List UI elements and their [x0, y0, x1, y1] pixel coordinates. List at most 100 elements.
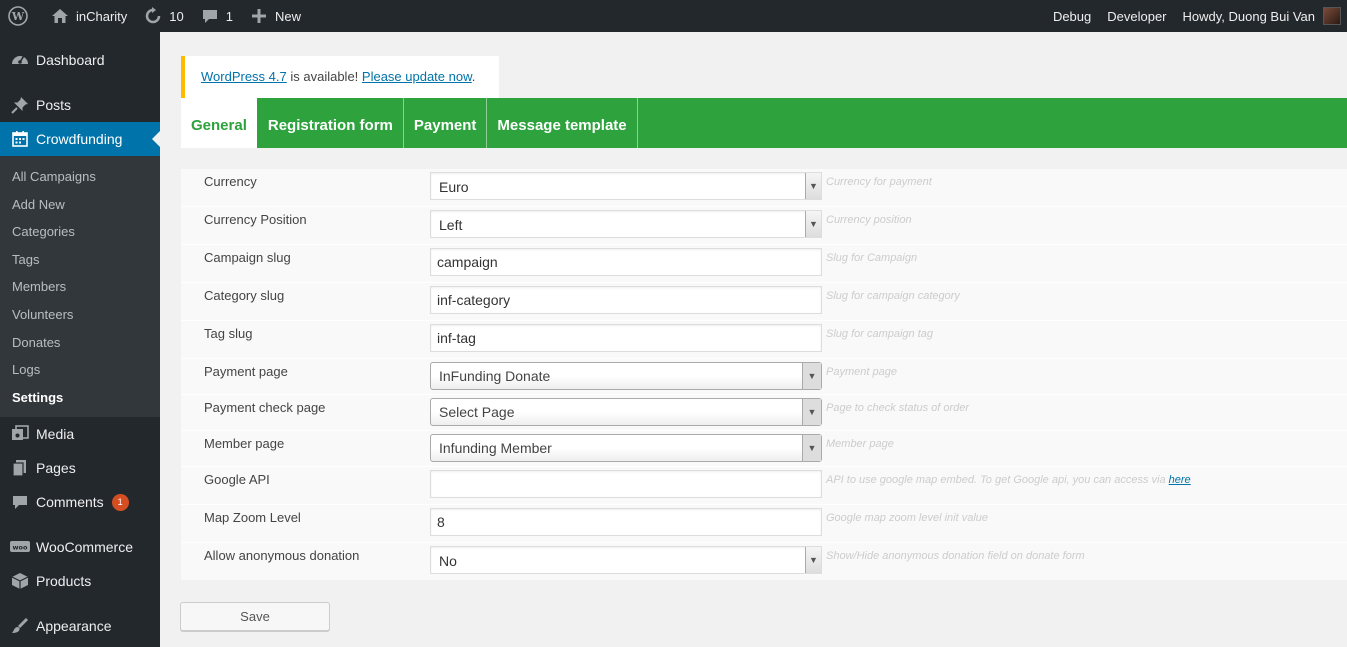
settings-tabs: General Registration form Payment Messag…	[181, 98, 1347, 148]
setting-row-member-page: Member page Infunding Member ▼ Member pag…	[181, 431, 1347, 467]
menu-pages-label: Pages	[36, 460, 76, 477]
payment-check-page-select[interactable]: Select Page ▼	[430, 398, 822, 426]
notice-end: .	[471, 69, 476, 84]
anonymous-donation-desc: Show/Hide anonymous donation field on do…	[826, 550, 1085, 562]
map-zoom-desc: Google map zoom level init value	[826, 512, 989, 524]
submenu-add-new[interactable]: Add New	[0, 191, 160, 219]
menu-appearance[interactable]: Appearance	[0, 609, 160, 643]
settings-form: Currency Euro ▼ Currency for payment Curr…	[181, 169, 1347, 580]
tab-message-template[interactable]: Message template	[487, 98, 638, 148]
menu-crowdfunding-label: Crowdfunding	[36, 131, 123, 147]
media-icon	[10, 424, 30, 444]
setting-row-payment-page: Payment page InFunding Donate ▼ Payment p…	[181, 359, 1347, 395]
tab-payment[interactable]: Payment	[404, 98, 488, 148]
notice-text: is available!	[286, 69, 362, 84]
payment-check-page-label: Payment check page	[204, 400, 326, 415]
crowdfunding-submenu: All Campaigns Add New Categories Tags Me…	[0, 156, 160, 418]
wordpress-logo-icon: W	[8, 6, 28, 26]
anonymous-donation-label: Allow anonymous donation	[204, 548, 360, 563]
wordpress-logo-menu[interactable]: W	[0, 0, 42, 32]
comment-icon	[200, 6, 220, 26]
setting-row-google-api: Google API API to use google map embed. …	[181, 467, 1347, 505]
site-name-menu[interactable]: inCharity	[42, 0, 135, 32]
setting-row-currency: Currency Euro ▼ Currency for payment	[181, 169, 1347, 207]
google-api-label: Google API	[204, 472, 270, 487]
chevron-down-icon: ▼	[805, 547, 821, 573]
google-api-input[interactable]	[430, 470, 822, 498]
google-api-here-link[interactable]: here	[1169, 474, 1191, 486]
my-account-menu[interactable]: Howdy, Duong Bui Van	[1175, 0, 1347, 32]
update-notice: WordPress 4.7 is available! Please updat…	[181, 56, 499, 98]
submenu-volunteers[interactable]: Volunteers	[0, 301, 160, 329]
menu-products-label: Products	[36, 573, 92, 590]
update-now-link[interactable]: Please update now	[362, 69, 472, 84]
menu-products[interactable]: Products	[0, 564, 160, 598]
chevron-down-icon: ▼	[802, 399, 821, 425]
svg-text:woo: woo	[13, 544, 28, 552]
updates-menu[interactable]: 10	[135, 0, 191, 32]
pages-icon	[10, 458, 30, 478]
tab-registration-form[interactable]: Registration form	[258, 98, 404, 148]
tag-slug-label: Tag slug	[204, 326, 253, 341]
anonymous-donation-value: No	[439, 553, 457, 569]
payment-page-label: Payment page	[204, 364, 288, 379]
tab-general[interactable]: General	[181, 98, 258, 148]
map-zoom-label: Map Zoom Level	[204, 510, 301, 525]
menu-pages[interactable]: Pages	[0, 451, 160, 485]
menu-comments[interactable]: Comments 1	[0, 485, 160, 519]
avatar	[1323, 7, 1341, 25]
comments-menu[interactable]: 1	[192, 0, 241, 32]
setting-row-map-zoom: Map Zoom Level 8 Google map zoom level i…	[181, 505, 1347, 543]
payment-check-page-value: Select Page	[439, 404, 515, 420]
update-icon	[143, 6, 163, 26]
setting-row-currency-position: Currency Position Left ▼ Currency positio…	[181, 207, 1347, 245]
submenu-donates[interactable]: Donates	[0, 329, 160, 357]
new-label: New	[275, 8, 302, 24]
setting-row-tag-slug: Tag slug inf-tag Slug for campaign tag	[181, 321, 1347, 359]
currency-position-select[interactable]: Left ▼	[430, 210, 822, 238]
submenu-all-campaigns[interactable]: All Campaigns	[0, 163, 160, 191]
campaign-slug-input[interactable]: campaign	[430, 248, 822, 276]
menu-appearance-label: Appearance	[36, 618, 112, 635]
payment-page-value: InFunding Donate	[439, 368, 551, 384]
menu-woocommerce[interactable]: woo WooCommerce	[0, 530, 160, 564]
box-icon	[10, 571, 30, 591]
payment-check-page-desc: Page to check status of order	[826, 402, 970, 414]
home-icon	[50, 6, 70, 26]
anonymous-donation-select[interactable]: No ▼	[430, 546, 822, 574]
calendar-icon	[10, 129, 30, 149]
category-slug-label: Category slug	[204, 288, 285, 303]
woocommerce-icon: woo	[10, 537, 30, 557]
save-button[interactable]: Save	[180, 602, 330, 631]
member-page-select[interactable]: Infunding Member ▼	[430, 434, 822, 462]
debug-menu[interactable]: Debug	[1045, 0, 1099, 32]
map-zoom-input[interactable]: 8	[430, 508, 822, 536]
menu-dashboard-label: Dashboard	[36, 52, 105, 68]
category-slug-input[interactable]: inf-category	[430, 286, 822, 314]
currency-position-desc: Currency position	[826, 214, 912, 226]
admin-bar: W inCharity 10 1 New Debug Developer How…	[0, 0, 1347, 32]
wordpress-version-link[interactable]: WordPress 4.7	[201, 69, 287, 84]
menu-media[interactable]: Media	[0, 417, 160, 451]
currency-position-label: Currency Position	[204, 212, 307, 227]
submenu-members[interactable]: Members	[0, 273, 160, 301]
submenu-categories[interactable]: Categories	[0, 218, 160, 246]
dashboard-icon	[10, 50, 30, 70]
submenu-settings[interactable]: Settings	[0, 384, 160, 412]
currency-select[interactable]: Euro ▼	[430, 172, 822, 200]
menu-dashboard[interactable]: Dashboard	[0, 43, 160, 77]
submenu-tags[interactable]: Tags	[0, 246, 160, 274]
pushpin-icon	[10, 95, 30, 115]
member-page-value: Infunding Member	[439, 440, 552, 456]
menu-crowdfunding[interactable]: Crowdfunding	[0, 122, 160, 156]
howdy-label: Howdy, Duong Bui Van	[1182, 8, 1315, 24]
updates-count: 10	[169, 8, 184, 24]
payment-page-select[interactable]: InFunding Donate ▼	[430, 362, 822, 390]
new-content-menu[interactable]: New	[241, 0, 309, 32]
developer-menu[interactable]: Developer	[1099, 0, 1174, 32]
setting-row-category-slug: Category slug inf-category Slug for camp…	[181, 283, 1347, 321]
tag-slug-input[interactable]: inf-tag	[430, 324, 822, 352]
menu-posts[interactable]: Posts	[0, 88, 160, 122]
submenu-logs[interactable]: Logs	[0, 356, 160, 384]
admin-sidebar: Dashboard Posts Crowdfunding All Campaig…	[0, 32, 160, 647]
